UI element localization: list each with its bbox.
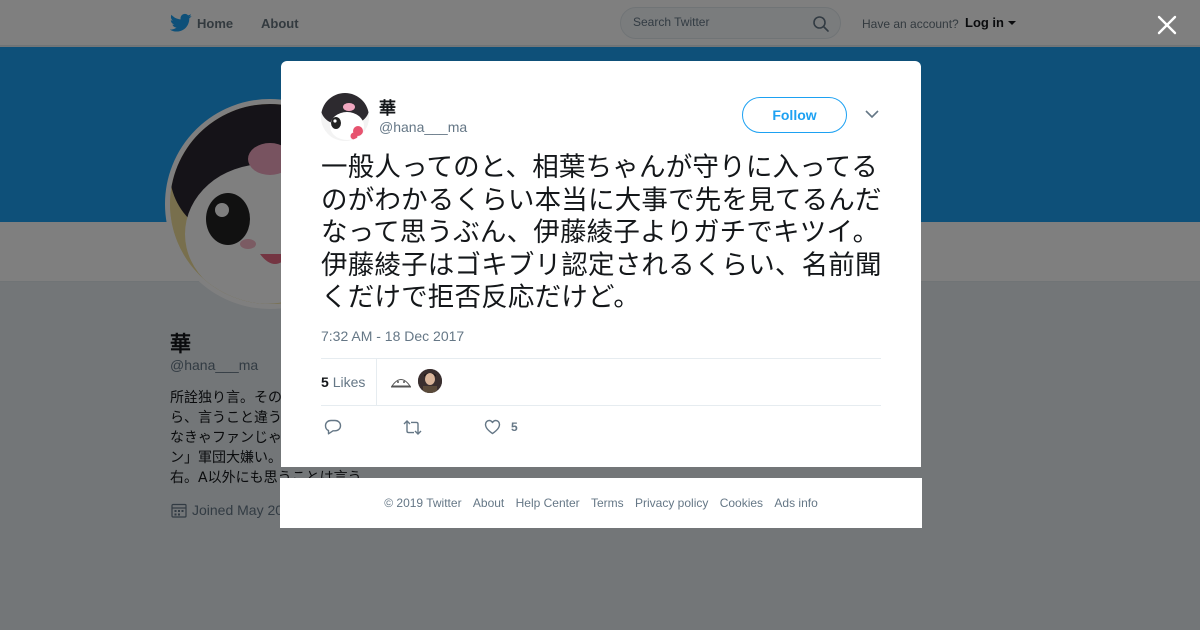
divider [321,405,881,406]
follow-button[interactable]: Follow [742,97,847,133]
tweet-author-name[interactable]: 華 [379,94,396,119]
modal-footer: © 2019 Twitter About Help Center Terms P… [280,478,922,528]
tweet-text: 一般人ってのと、相葉ちゃんが守りに入ってるのがわかるくらい本当に大事で先を見てる… [321,152,882,313]
retweet-icon[interactable] [403,420,422,435]
divider [321,358,881,359]
footer-help-link[interactable]: Help Center [516,496,580,510]
footer-links: © 2019 Twitter About Help Center Terms P… [280,496,922,510]
footer-terms-link[interactable]: Terms [591,496,624,510]
reply-icon[interactable] [324,419,342,435]
likes-stat[interactable]: 5 Likes [321,374,365,390]
liker-avatar[interactable] [418,369,442,393]
footer-cookies-link[interactable]: Cookies [720,496,763,510]
like-action-count: 5 [511,420,518,434]
tweet-author-avatar[interactable] [321,93,369,141]
footer-about-link[interactable]: About [473,496,504,510]
tweet-modal: 華 @hana___ma Follow 一般人ってのと、相葉ちゃんが守りに入って… [281,61,921,467]
footer-copyright: © 2019 Twitter [384,496,462,510]
footer-privacy-link[interactable]: Privacy policy [635,496,708,510]
likes-label: Likes [332,374,366,390]
tweet-timestamp[interactable]: 7:32 AM - 18 Dec 2017 [321,328,464,344]
chevron-down-icon[interactable] [865,109,879,119]
liker-avatar-illustration [418,369,442,393]
footer-ads-link[interactable]: Ads info [774,496,817,510]
heart-icon[interactable] [484,419,501,435]
liker-avatar[interactable] [389,369,413,393]
liker-avatar-illustration [389,369,413,393]
likes-count: 5 [321,374,329,390]
close-icon[interactable] [1155,13,1179,37]
tweet-author-handle[interactable]: @hana___ma [379,119,467,135]
author-avatar-illustration [321,93,369,141]
stat-separator [376,358,377,405]
